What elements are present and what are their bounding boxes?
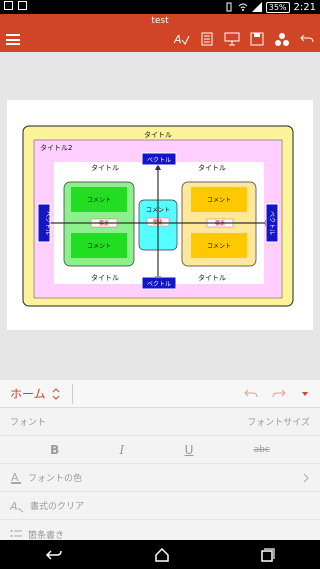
slide-canvas: タイトル タイトル2 タイトル タイトル タイトル タイトル コメント 要素 コ… [0, 52, 320, 380]
app-bar: test A [0, 14, 320, 52]
bullets-icon [10, 530, 22, 537]
strikethrough-button[interactable]: abc [254, 445, 270, 455]
svg-text:A: A [174, 33, 182, 46]
spellcheck-icon[interactable]: A [173, 31, 191, 47]
vector-bottom: ベクトル [147, 281, 171, 288]
top-right-title: タイトル [198, 163, 226, 172]
font-row: フォント フォントサイズ [0, 408, 320, 436]
chevron-right-icon [303, 473, 309, 482]
font-size-selector[interactable]: フォントサイズ [247, 415, 310, 428]
notification-icon [4, 1, 13, 10]
ribbon-header: ホーム [0, 380, 320, 408]
right-comment-bottom: コメント [207, 243, 231, 250]
present-icon[interactable] [223, 31, 241, 47]
outer-title: タイトル [144, 130, 172, 139]
save-icon[interactable] [248, 31, 266, 47]
vector-right: ベクトル [268, 211, 275, 235]
status-right: 35% 2:21 [224, 0, 316, 14]
font-selector[interactable]: フォント [10, 415, 46, 428]
slide-diagram: タイトル タイトル2 タイトル タイトル タイトル タイトル コメント 要素 コ… [22, 125, 294, 307]
chevron-up-down-icon [52, 387, 59, 400]
font-color-label: フォントの色 [28, 474, 83, 484]
vector-top: ベクトル [147, 157, 171, 164]
ribbon-tab-label: ホーム [10, 387, 46, 401]
font-color-icon: A [11, 471, 21, 484]
redo-icon[interactable] [272, 388, 286, 400]
navigation-bar [0, 540, 320, 569]
signal-icon [251, 2, 262, 12]
ribbon-actions [244, 388, 320, 400]
bold-button[interactable]: B [50, 443, 59, 457]
toolbar: A [173, 31, 316, 47]
ribbon-tab-selector[interactable]: ホーム [0, 385, 60, 402]
italic-button[interactable]: I [120, 443, 125, 457]
clear-format-icon: A [10, 500, 24, 513]
left-comment-top: コメント [87, 197, 111, 204]
undo-icon[interactable] [298, 31, 316, 47]
vector-left: ベクトル [44, 211, 51, 235]
document-title: test [151, 16, 169, 26]
notification-icon [18, 1, 27, 10]
vibrate-icon [226, 2, 232, 12]
bullets-label: 箇条書き [28, 530, 65, 541]
undo-icon[interactable] [244, 388, 258, 400]
notes-icon[interactable] [198, 31, 216, 47]
wifi-icon [238, 3, 248, 11]
divider [71, 383, 73, 404]
clear-format-row[interactable]: A 書式のクリア [0, 492, 320, 520]
bottom-right-title: タイトル [198, 273, 226, 282]
recent-apps-icon[interactable] [260, 547, 275, 562]
back-icon[interactable] [45, 549, 63, 561]
format-row: B I U abc [0, 436, 320, 464]
inner-title: タイトル2 [40, 143, 72, 152]
slide[interactable]: タイトル タイトル2 タイトル タイトル タイトル タイトル コメント 要素 コ… [7, 100, 313, 330]
left-comment-bottom: コメント [87, 243, 111, 250]
clock: 2:21 [293, 1, 316, 13]
share-icon[interactable] [273, 31, 291, 47]
home-icon[interactable] [154, 547, 170, 562]
battery-indicator: 35% [265, 1, 290, 13]
dropdown-arrow-icon[interactable] [300, 389, 310, 399]
bottom-left-title: タイトル [91, 273, 119, 282]
svg-text:A: A [10, 500, 18, 513]
right-comment-top: コメント [207, 197, 231, 204]
clear-format-label: 書式のクリア [30, 502, 85, 512]
status-bar: 35% 2:21 [0, 0, 320, 14]
top-left-title: タイトル [91, 163, 119, 172]
underline-button[interactable]: U [185, 443, 194, 457]
hamburger-menu-icon[interactable] [6, 34, 20, 45]
status-notifications [4, 1, 27, 10]
font-color-row[interactable]: A フォントの色 [0, 464, 320, 492]
ribbon-panel: ホーム フォント フォントサイズ B I U abc A フォントの色 A 書式… [0, 380, 320, 541]
